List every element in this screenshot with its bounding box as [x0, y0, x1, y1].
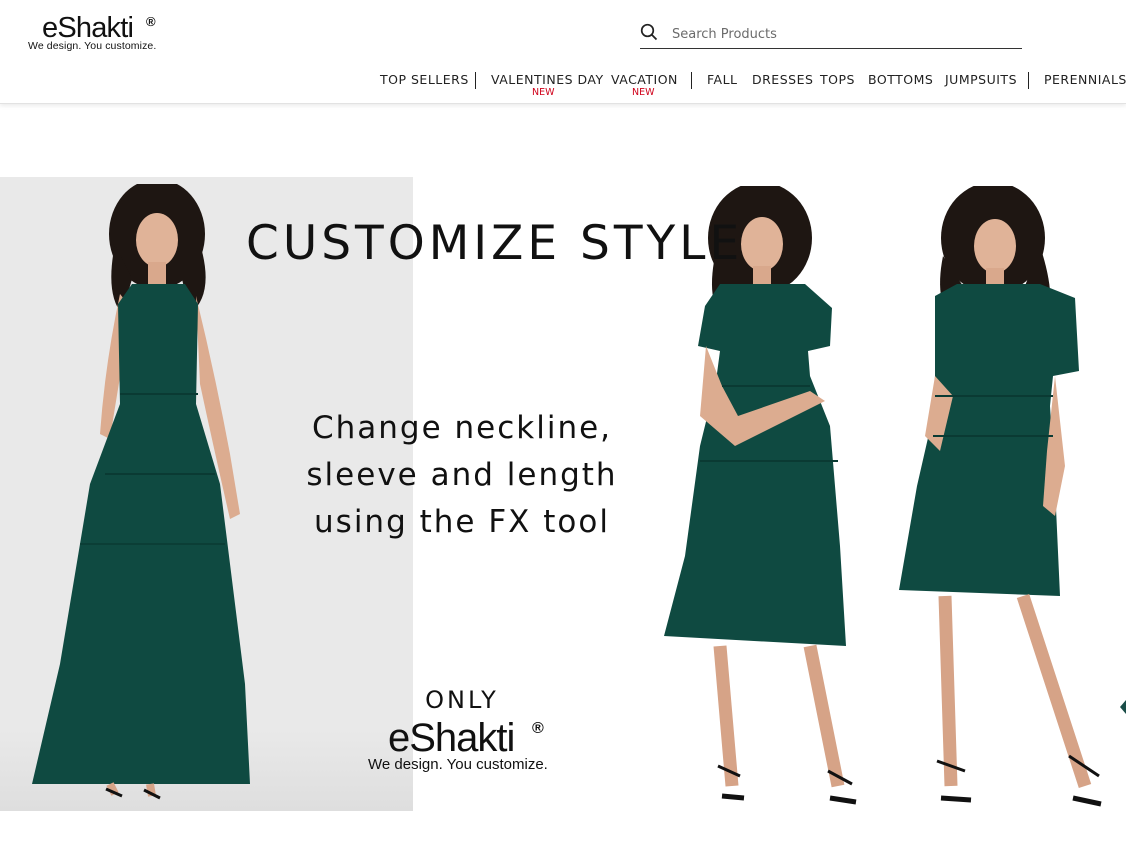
nav-dresses[interactable]: DRESSES	[752, 72, 813, 87]
nav-bottoms[interactable]: BOTTOMS	[868, 72, 933, 87]
hero-subtitle-line-1: Change neckline,	[311, 410, 613, 446]
eshakti-logo[interactable]: eShakti ® We design. You customize.	[28, 10, 178, 54]
search-input[interactable]	[670, 22, 1014, 46]
hero-title: CUSTOMIZE STYLE	[246, 216, 744, 271]
nav-vacation[interactable]: VACATION	[611, 72, 678, 87]
search-bar	[640, 20, 1022, 49]
nav-top-sellers[interactable]: TOP SELLERS	[380, 72, 469, 87]
hero-logo-tagline: We design. You customize.	[368, 756, 548, 773]
nav-divider	[1028, 72, 1029, 89]
nav-perennials[interactable]: PERENNIALS	[1044, 72, 1126, 87]
hero-only-label: ONLY	[425, 686, 499, 714]
hero-subtitle-line-3: using the FX tool	[314, 504, 610, 540]
search-icon[interactable]	[640, 23, 658, 41]
new-badge: NEW	[532, 87, 555, 98]
new-badge: NEW	[632, 87, 655, 98]
nav-divider	[691, 72, 692, 89]
site-header: eShakti ® We design. You customize. TOP …	[0, 0, 1126, 104]
logo-tagline: We design. You customize.	[28, 40, 157, 52]
hero-logo-wordmark: eShakti	[388, 716, 515, 760]
nav-tops[interactable]: TOPS	[820, 72, 855, 87]
hero-eshakti-logo: eShakti ® We design. You customize.	[366, 716, 566, 776]
hero-subtitle-line-2: sleeve and length	[306, 457, 618, 493]
nav-valentines-day[interactable]: VALENTINES DAY	[491, 72, 604, 87]
nav-fall[interactable]: FALL	[707, 72, 738, 87]
puff-sleeve-dress-model[interactable]	[895, 186, 1120, 816]
hero-registered-mark: ®	[532, 720, 544, 737]
nav-jumpsuits[interactable]: JUMPSUITS	[945, 72, 1017, 87]
nav-divider	[475, 72, 476, 89]
carousel-next-arrow-icon[interactable]	[1120, 700, 1126, 714]
registered-mark: ®	[146, 14, 156, 29]
cap-sleeve-dress-model[interactable]	[660, 186, 880, 816]
sleeveless-midi-dress-model[interactable]	[20, 184, 260, 804]
hero-banner[interactable]: CUSTOMIZE STYLE Change neckline, sleeve …	[0, 104, 1126, 843]
